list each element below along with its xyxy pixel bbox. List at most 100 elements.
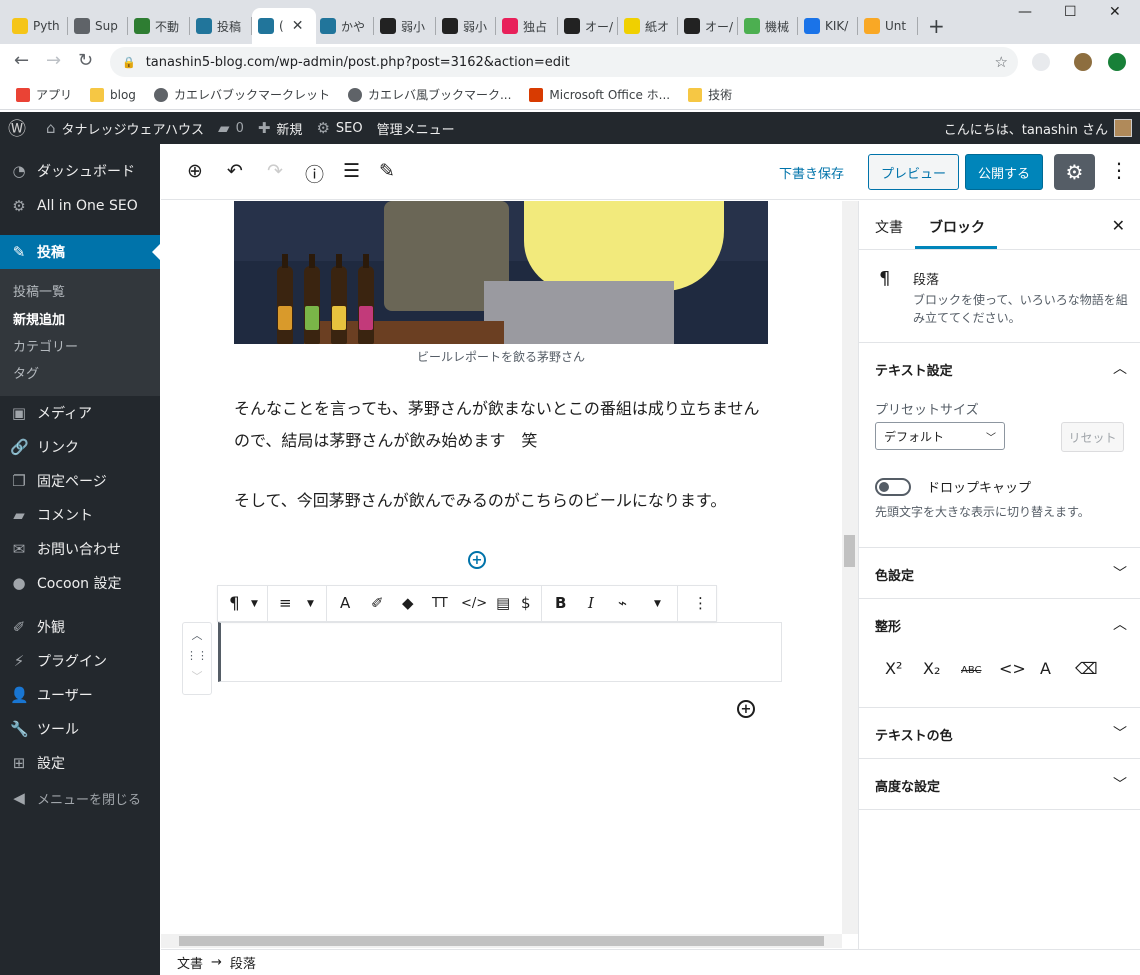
menu-item-appearance[interactable]: ✐ 外観	[0, 610, 160, 644]
drag-handle-icon[interactable]: ⋮⋮	[183, 649, 211, 662]
maximize-button[interactable]: ☐	[1064, 4, 1077, 20]
bookmark-item[interactable]: Microsoft Office ホ...	[529, 86, 670, 103]
menu-item-collapse[interactable]: ◀ メニューを閉じる	[0, 781, 160, 815]
back-icon[interactable]: ←	[14, 50, 29, 71]
submenu-add-new[interactable]: 新規追加	[13, 309, 65, 328]
site-name-link[interactable]: ⌂ タナレッジウェアハウス	[46, 119, 204, 138]
chevron-down-icon[interactable]: ▼	[251, 599, 258, 609]
text-color-panel[interactable]: テキストの色 ﹀	[859, 708, 1140, 759]
align-icon[interactable]: ≡	[279, 594, 292, 612]
publish-button[interactable]: 公開する	[965, 154, 1043, 190]
browser-tab[interactable]: KIK/	[798, 8, 858, 44]
breadcrumb-paragraph[interactable]: 段落	[230, 953, 256, 972]
code-icon[interactable]: </>	[461, 596, 487, 611]
bookmark-item[interactable]: カエレバ風ブックマーク...	[347, 86, 511, 103]
bookmark-item[interactable]: 技術	[688, 86, 732, 103]
menu-item-plugin[interactable]: ⚡ プラグイン	[0, 644, 160, 678]
extension-icon[interactable]	[1032, 53, 1050, 71]
bold-icon[interactable]: B	[555, 594, 566, 612]
tab-document[interactable]: 文書	[875, 217, 903, 237]
browser-tab[interactable]: 不動	[128, 8, 190, 44]
move-down-icon[interactable]: ﹀	[183, 668, 211, 684]
menu-item-user[interactable]: 👤 ユーザー	[0, 678, 160, 712]
submenu-all-posts[interactable]: 投稿一覧	[13, 281, 65, 300]
menu-item-cocoon[interactable]: ● Cocoon 設定	[0, 566, 160, 600]
chevron-down-icon[interactable]: ▼	[307, 599, 314, 609]
image-caption[interactable]: ビールレポートを飲る茅野さん	[234, 348, 768, 365]
menu-item-pages[interactable]: ❐ 固定ページ	[0, 464, 160, 498]
menu-item-comment[interactable]: ▰ コメント	[0, 498, 160, 532]
menu-item-dashboard[interactable]: ◔ ダッシュボード	[0, 154, 160, 188]
tab-block[interactable]: ブロック	[929, 217, 985, 237]
preview-button[interactable]: プレビュー	[868, 154, 959, 190]
empty-paragraph-block[interactable]	[218, 622, 782, 682]
tag-icon[interactable]: ◆	[402, 594, 414, 612]
bookmark-item[interactable]: blog	[90, 87, 136, 102]
menu-item-settings[interactable]: ⊞ 設定	[0, 746, 160, 780]
forward-icon[interactable]: →	[46, 50, 61, 71]
chevron-up-icon[interactable]: ︿	[1113, 614, 1127, 634]
chevron-down-icon[interactable]: ▼	[654, 599, 661, 609]
submenu-categories[interactable]: カテゴリー	[13, 336, 78, 355]
save-draft-button[interactable]: 下書き保存	[779, 163, 844, 182]
browser-tab[interactable]: オー/	[678, 8, 738, 44]
browser-tab[interactable]: 弱小	[436, 8, 496, 44]
address-bar[interactable]: 🔒 tanashin5-blog.com/wp-admin/post.php?p…	[110, 47, 1018, 77]
link-icon[interactable]: ⌁	[618, 594, 627, 612]
paragraph-block[interactable]: そして、今回茅野さんが飲んでみるのがこちらのビールになります。	[234, 485, 768, 517]
submenu-tags[interactable]: タグ	[13, 363, 39, 382]
horizontal-scrollbar[interactable]	[161, 934, 842, 948]
wordpress-logo-icon[interactable]: Ⓦ	[8, 115, 32, 141]
italic-icon[interactable]: I	[588, 594, 594, 612]
settings-gear-button[interactable]: ⚙	[1054, 154, 1095, 190]
preset-size-select[interactable]: デフォルト ﹀	[875, 422, 1005, 450]
move-up-icon[interactable]: ︿	[183, 627, 211, 643]
menu-item-pin[interactable]: ✎ 投稿	[0, 235, 160, 269]
font-size-icon[interactable]: TT	[432, 596, 448, 611]
info-icon[interactable]: ⓘ	[305, 160, 324, 187]
menu-item-tools[interactable]: 🔧 ツール	[0, 712, 160, 746]
browser-tab[interactable]: 独占	[496, 8, 558, 44]
more-options-icon[interactable]: ⋮	[693, 594, 708, 612]
menu-item-link[interactable]: 🔗 リンク	[0, 430, 160, 464]
browser-tab[interactable]: オー/	[558, 8, 618, 44]
font-color-icon[interactable]: A	[1040, 659, 1051, 678]
close-window-button[interactable]: ✕	[1109, 4, 1121, 20]
outline-icon[interactable]: ☰	[343, 160, 360, 182]
bookmark-star-icon[interactable]: ☆	[995, 53, 1008, 71]
comments-link[interactable]: ▰ 0	[218, 119, 244, 137]
menu-item-seo-gear[interactable]: ⚙ All in One SEO	[0, 189, 160, 223]
browser-tab[interactable]: Pyth	[6, 8, 68, 44]
browser-tab[interactable]: Unt	[858, 8, 918, 44]
marker-icon[interactable]: ✐	[371, 594, 384, 612]
paragraph-type-icon[interactable]: ¶	[229, 594, 240, 614]
close-tab-icon[interactable]: ✕	[292, 18, 304, 34]
minimize-button[interactable]: —	[1018, 4, 1032, 20]
more-options-icon[interactable]: ⋮	[1109, 158, 1129, 182]
drop-cap-toggle[interactable]	[875, 478, 911, 496]
browser-tab[interactable]: 弱小	[374, 8, 436, 44]
account-link[interactable]: こんにちは、tanashin さん	[944, 112, 1132, 144]
chevron-up-icon[interactable]: ︿	[1113, 358, 1127, 378]
panel-title[interactable]: テキスト設定	[875, 360, 953, 379]
browser-tab[interactable]: 機械	[738, 8, 798, 44]
reset-button[interactable]: リセット	[1061, 422, 1124, 452]
add-block-icon[interactable]: ⊕	[187, 160, 203, 182]
browser-tab[interactable]: かや	[314, 8, 374, 44]
document-icon[interactable]: ▤	[496, 594, 510, 612]
redo-icon[interactable]: ↷	[267, 160, 283, 182]
subscript-icon[interactable]: X₂	[923, 659, 940, 678]
bookmark-item[interactable]: カエレバブックマークレット	[153, 86, 330, 103]
new-tab-button[interactable]: +	[928, 14, 945, 38]
inline-code-icon[interactable]: <>	[999, 659, 1026, 678]
strikethrough-icon[interactable]: ABC	[961, 665, 982, 676]
close-icon[interactable]: ✕	[1112, 216, 1125, 235]
browser-tab[interactable]: 投稿	[190, 8, 252, 44]
post-image[interactable]	[234, 201, 768, 344]
inserter-plus-icon[interactable]: +	[468, 551, 486, 569]
browser-tab[interactable]: (✕	[252, 8, 316, 44]
menu-item-media[interactable]: ▣ メディア	[0, 396, 160, 430]
new-content-link[interactable]: ✚ 新規	[258, 119, 303, 138]
edit-mode-icon[interactable]: ✎	[379, 160, 395, 182]
seo-link[interactable]: ⚙ SEO	[316, 119, 362, 137]
